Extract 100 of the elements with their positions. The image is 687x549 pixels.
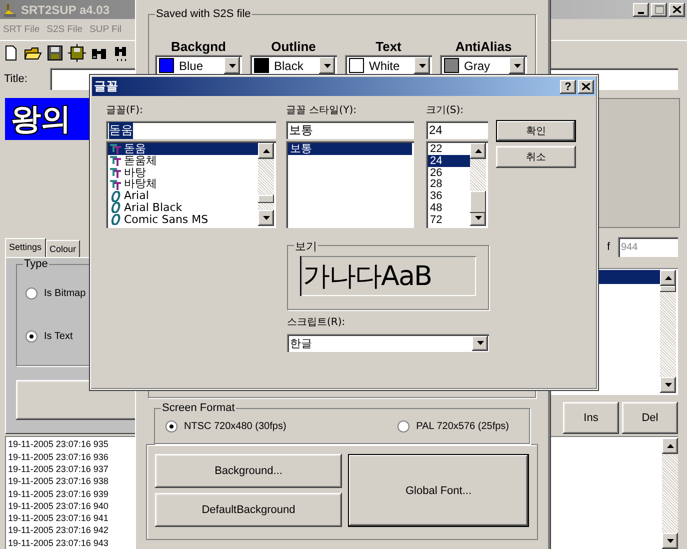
log-entry: 19-11-2005 23:07:16 937 (8, 462, 108, 476)
scroll-up-button[interactable] (470, 143, 486, 159)
style-list-item[interactable]: 보통 (288, 143, 412, 155)
scroll-down-button[interactable] (258, 210, 274, 226)
size-list-item[interactable]: 26 (428, 166, 470, 178)
scroll-up-button[interactable] (258, 143, 274, 159)
group-title: Saved with S2S file (155, 8, 252, 20)
minimize-button[interactable] (633, 2, 649, 16)
colour-dropdown[interactable]: Gray (440, 55, 527, 76)
close-icon (673, 6, 681, 13)
list-button[interactable]: Del (622, 402, 678, 434)
size-list-item[interactable]: 36 (428, 190, 470, 202)
cancel-button[interactable]: 취소 (496, 146, 576, 168)
down-arrow-icon (324, 64, 330, 68)
preview-text: 왕의 (11, 100, 71, 139)
scroll-thumb[interactable] (660, 286, 676, 292)
colour-dropdown[interactable]: Blue (155, 55, 242, 76)
scroll-thumb[interactable] (470, 191, 486, 213)
font-list-item[interactable]: Arial Black (108, 202, 258, 214)
floppy-disk-icon[interactable] (45, 43, 65, 64)
font-list-item[interactable]: 돋움 (108, 143, 258, 155)
dropdown-button[interactable] (509, 57, 525, 74)
close-button[interactable] (578, 80, 594, 94)
log-entry: 19-11-2005 23:07:16 940 (8, 500, 108, 512)
radio-button[interactable] (25, 330, 38, 344)
down-arrow-icon (262, 216, 270, 220)
size-list-item[interactable]: 72 (428, 214, 470, 226)
up-arrow-icon (666, 444, 674, 448)
style-value: 보통 (289, 122, 313, 138)
colour-heading: Text (376, 39, 402, 54)
scrollbar[interactable] (470, 143, 486, 226)
truetype-icon (110, 143, 122, 154)
close-icon (582, 83, 590, 90)
truetype-icon (110, 166, 122, 178)
group-title: 보기 (294, 239, 318, 254)
log-entry: 19-11-2005 23:07:16 935 (8, 438, 108, 451)
font-name: 바탕체 (124, 178, 157, 190)
size-list-item[interactable]: 28 (428, 178, 470, 190)
title-label: Title: (4, 72, 28, 86)
font-list-item[interactable]: 바탕체 (108, 178, 258, 190)
font-label: 글꼴(F): (106, 104, 144, 117)
style-input[interactable]: 보통 (286, 121, 414, 139)
tab[interactable]: Colour (46, 240, 80, 258)
down-arrow-icon (474, 216, 482, 220)
action-button[interactable]: DefaultBackground (155, 493, 342, 527)
colour-heading: AntiAlias (455, 39, 512, 54)
dropdown-button[interactable] (319, 57, 335, 74)
tab[interactable]: Settings (5, 238, 46, 258)
dropdown-button[interactable] (414, 57, 430, 74)
font-list-item[interactable]: 바탕 (108, 166, 258, 178)
font-input[interactable]: 돋움 (106, 121, 276, 139)
radio-button[interactable] (25, 287, 38, 300)
scroll-up-button[interactable] (662, 438, 678, 454)
colour-heading: Backgnd (171, 39, 226, 54)
up-arrow-icon (664, 276, 672, 280)
colour-dropdown[interactable]: Black (250, 55, 337, 76)
colour-dropdown[interactable]: White (345, 55, 432, 76)
group-title: Screen Format (161, 402, 236, 414)
font-list-item[interactable]: 돋움체 (108, 154, 258, 167)
radio-button[interactable] (397, 420, 410, 432)
font-name: Comic Sans MS (124, 214, 208, 226)
dropdown-button[interactable] (224, 57, 240, 74)
ok-button[interactable]: 확인 (496, 120, 576, 142)
list-button[interactable]: Ins (563, 402, 619, 434)
maximize-button[interactable] (651, 2, 667, 16)
scroll-up-button[interactable] (660, 270, 676, 286)
size-input[interactable]: 24 (426, 121, 488, 139)
script-dropdown[interactable]: 한글 (287, 334, 489, 352)
scroll-thumb[interactable] (258, 195, 274, 203)
count-field[interactable]: 944 (618, 237, 678, 258)
font-name: 돋움체 (124, 154, 157, 167)
log-entry: 19-11-2005 23:07:16 942 (8, 524, 108, 537)
action-button[interactable]: Global Font... (348, 454, 529, 527)
scrollbar[interactable] (662, 438, 678, 549)
count-label: f (606, 240, 610, 254)
down-arrow-icon (476, 341, 484, 345)
dropdown-value: White (369, 58, 400, 72)
scrollbar[interactable] (258, 143, 274, 226)
size-list-item[interactable]: 24 (428, 154, 470, 167)
scroll-down-button[interactable] (660, 377, 676, 394)
size-list-item[interactable]: 22 (428, 143, 470, 155)
dropdown-value: Black (274, 58, 304, 72)
script-label: 스크립트(R): (287, 316, 346, 329)
help-button[interactable]: ? (560, 80, 576, 94)
dropdown-button[interactable] (472, 336, 488, 350)
font-list-item[interactable]: Arial (108, 190, 258, 202)
radio-label: Is Text (44, 331, 73, 342)
down-arrow-icon (666, 539, 674, 543)
log-entry: 19-11-2005 23:07:16 936 (8, 450, 108, 463)
size-list-item[interactable]: 48 (428, 202, 470, 214)
font-list-item[interactable]: Comic Sans MS (108, 214, 258, 226)
action-button[interactable]: Background... (155, 454, 342, 488)
scrollbar[interactable] (660, 270, 676, 394)
dropdown-value: Blue (179, 58, 204, 72)
radio-button[interactable] (165, 420, 178, 432)
opentype-icon (110, 214, 122, 226)
close-button[interactable] (669, 2, 685, 16)
style-label: 글꼴 스타일(Y): (286, 104, 358, 117)
log-entry: 19-11-2005 23:07:16 943 (8, 536, 108, 549)
scroll-down-button[interactable] (662, 533, 678, 549)
